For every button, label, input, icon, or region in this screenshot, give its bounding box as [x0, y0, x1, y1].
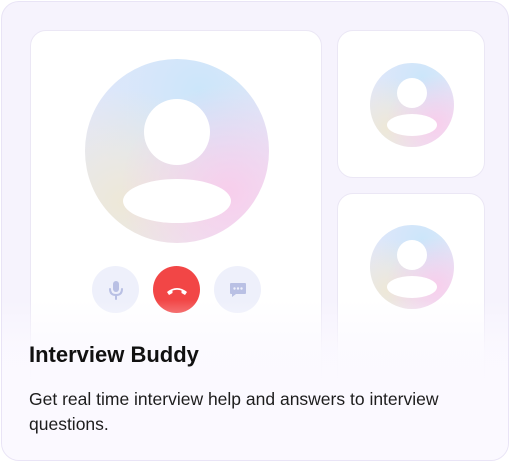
- avatar-body: [387, 114, 437, 136]
- user-avatar-icon: [370, 63, 454, 147]
- card-title: Interview Buddy: [29, 342, 199, 367]
- phone-hangup-icon: [166, 287, 187, 295]
- card-description: Get real time interview help and answers…: [29, 389, 439, 434]
- user-avatar-icon: [85, 59, 269, 243]
- feature-card[interactable]: Interview Buddy Get real time interview …: [1, 1, 509, 461]
- user-avatar-icon: [370, 225, 454, 309]
- participant-tile-1: [337, 30, 485, 178]
- avatar-body: [123, 179, 231, 223]
- chat-bubble-icon: [229, 282, 246, 297]
- microphone-icon: [108, 280, 123, 300]
- avatar-head: [397, 78, 427, 108]
- avatar-head: [397, 240, 427, 270]
- avatar-body: [387, 276, 437, 298]
- avatar-head: [144, 99, 210, 165]
